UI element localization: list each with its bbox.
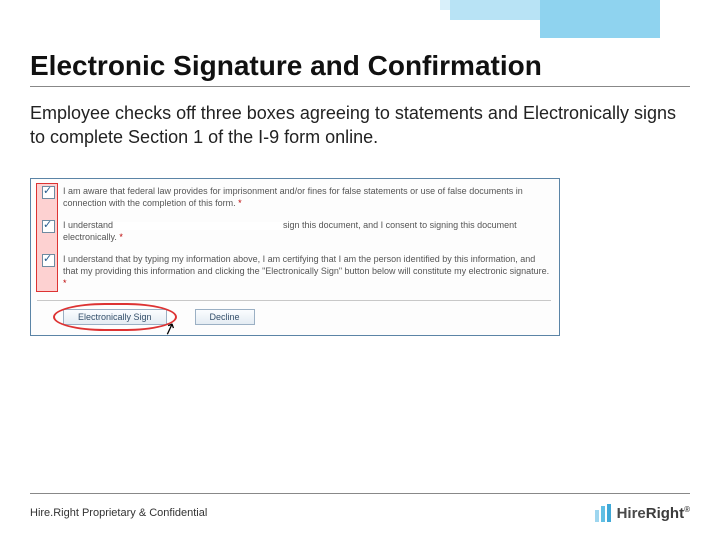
checkbox-group: I am aware that federal law provides for…	[37, 185, 551, 290]
hireright-logo: HireRight®	[595, 504, 690, 522]
logo-text: HireRight®	[617, 505, 690, 522]
page-title: Electronic Signature and Confirmation	[30, 50, 690, 87]
decline-button[interactable]: Decline	[195, 309, 255, 325]
checkbox-icon[interactable]	[42, 220, 55, 233]
check-text-3: I understand that by typing my informati…	[63, 253, 551, 289]
electronically-sign-button[interactable]: Electronically Sign	[63, 309, 167, 325]
checkbox-icon[interactable]	[42, 186, 55, 199]
header-decoration	[460, 0, 660, 38]
check-row-1: I am aware that federal law provides for…	[39, 185, 551, 209]
check-row-2: I understandsign this document, and I co…	[39, 219, 551, 243]
check-row-3: I understand that by typing my informati…	[39, 253, 551, 289]
divider	[37, 300, 551, 301]
form-screenshot: I am aware that federal law provides for…	[30, 178, 560, 336]
check-text-1: I am aware that federal law provides for…	[63, 185, 551, 209]
footer-note: Hire.Right Proprietary & Confidential	[30, 507, 207, 519]
logo-bars-icon	[595, 504, 611, 522]
slide-content: Electronic Signature and Confirmation Em…	[30, 50, 690, 336]
check-text-2: I understandsign this document, and I co…	[63, 219, 551, 243]
checkbox-icon[interactable]	[42, 254, 55, 267]
button-row: Electronically Sign Decline ↖	[37, 309, 551, 325]
footer: Hire.Right Proprietary & Confidential Hi…	[30, 493, 690, 522]
page-subtitle: Employee checks off three boxes agreeing…	[30, 101, 690, 150]
